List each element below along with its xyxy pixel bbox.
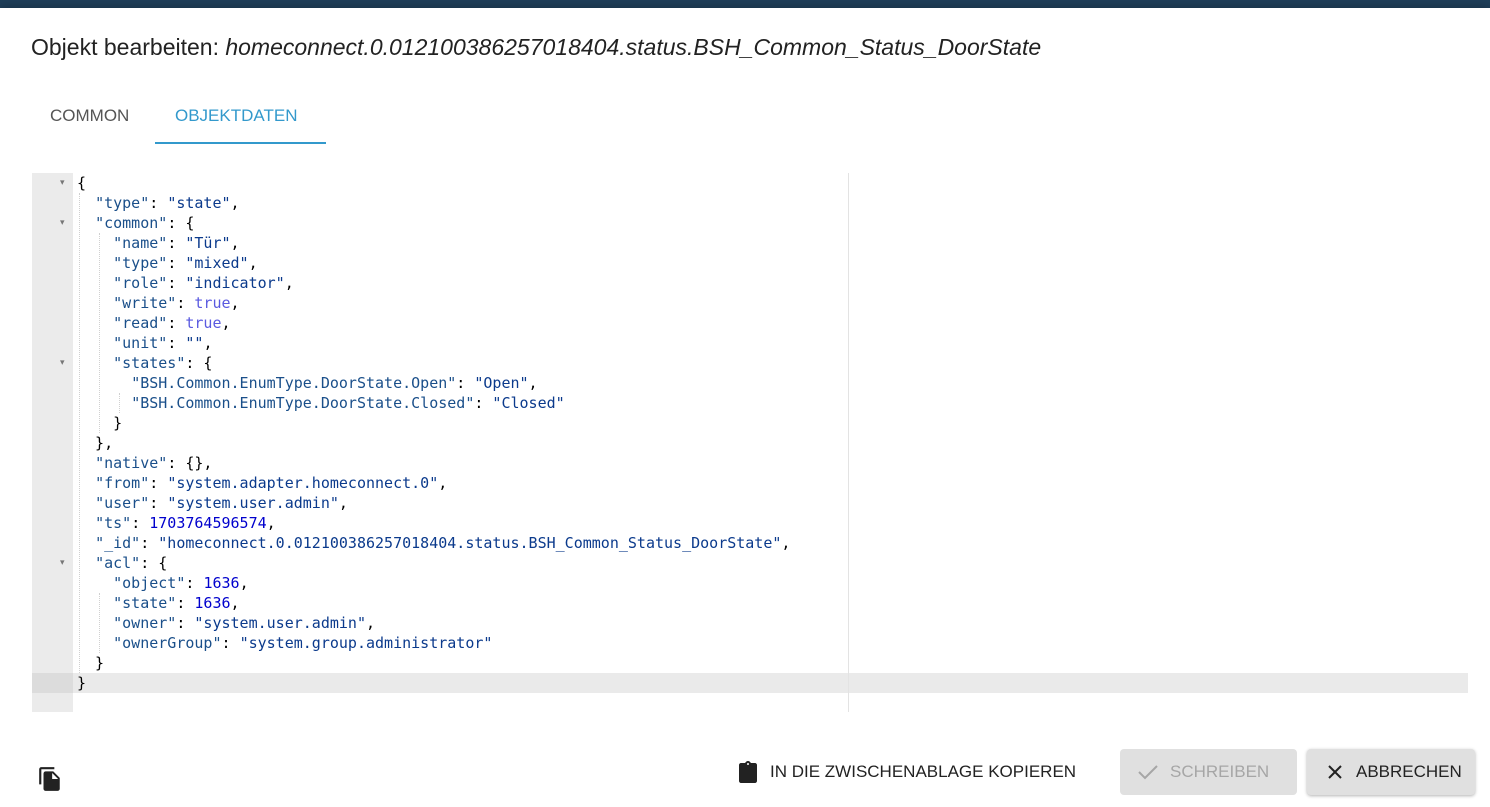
code-line: }: [77, 674, 87, 692]
json-code[interactable]: { "type": "state", "common": { "name": "…: [77, 173, 790, 693]
print-margin: [848, 173, 849, 712]
tab-objektdaten[interactable]: OBJEKTDATEN: [175, 98, 297, 144]
code-line: "read": true,: [113, 314, 231, 332]
code-line: "BSH.Common.EnumType.DoorState.Closed": …: [131, 394, 565, 412]
write-label: SCHREIBEN: [1170, 762, 1270, 781]
code-line: "common": {: [95, 214, 195, 232]
code-line: "state": 1636,: [113, 594, 240, 612]
fold-toggle-icon[interactable]: ▾: [60, 557, 65, 568]
editor-gutter: [32, 173, 73, 712]
copy-to-clipboard-label: IN DIE ZWISCHENABLAGE KOPIEREN: [770, 762, 1077, 781]
fold-toggle-icon[interactable]: ▾: [60, 177, 65, 188]
code-line: },: [77, 434, 114, 452]
cancel-button[interactable]: ABBRECHEN: [1307, 749, 1475, 795]
code-line: "states": {: [113, 354, 213, 372]
code-line: "BSH.Common.EnumType.DoorState.Open": "O…: [131, 374, 538, 392]
code-line: "_id": "homeconnect.0.012100386257018404…: [95, 534, 791, 552]
code-line: "object": 1636,: [113, 574, 249, 592]
json-editor[interactable]: ▾ ▾ ▾ ▾ { "type": "state", "common": { "nam…: [32, 173, 1468, 712]
close-icon: [1328, 765, 1342, 779]
code-line: "from": "system.adapter.homeconnect.0",: [95, 474, 448, 492]
code-line: }: [77, 414, 123, 432]
code-line: "name": "Tür",: [113, 234, 240, 252]
write-button[interactable]: SCHREIBEN: [1120, 749, 1297, 795]
code-line: "write": true,: [113, 294, 240, 312]
code-line: }: [77, 654, 105, 672]
title-prefix: Objekt bearbeiten:: [31, 34, 226, 60]
edit-object-dialog: Objekt bearbeiten: homeconnect.0.0121003…: [0, 8, 1490, 807]
copy-icon[interactable]: [37, 765, 63, 793]
tab-common[interactable]: COMMON: [50, 98, 170, 144]
code-line: "role": "indicator",: [113, 274, 294, 292]
code-line: "type": "state",: [95, 194, 240, 212]
fold-toggle-icon[interactable]: ▾: [60, 357, 65, 368]
code-line: "user": "system.user.admin",: [95, 494, 348, 512]
code-line: "owner": "system.user.admin",: [113, 614, 376, 632]
dialog-title: Objekt bearbeiten: homeconnect.0.0121003…: [31, 34, 1041, 61]
fold-toggle-icon[interactable]: ▾: [60, 217, 65, 228]
clipboard-icon: [739, 761, 757, 783]
copy-to-clipboard-button[interactable]: IN DIE ZWISCHENABLAGE KOPIEREN: [734, 749, 1106, 795]
code-line: "acl": {: [95, 554, 168, 572]
active-tab-indicator: [155, 142, 326, 144]
code-line: "native": {},: [95, 454, 213, 472]
code-line: {: [77, 174, 87, 192]
object-id: homeconnect.0.012100386257018404.status.…: [225, 34, 1042, 60]
code-line: "type": "mixed",: [113, 254, 258, 272]
active-line-gutter: [32, 673, 73, 693]
check-icon: [1138, 765, 1158, 780]
code-line: "ts": 1703764596574,: [95, 514, 276, 532]
code-line: "ownerGroup": "system.group.administrato…: [113, 634, 493, 652]
code-line: "unit": "",: [113, 334, 213, 352]
cancel-label: ABBRECHEN: [1356, 762, 1462, 781]
